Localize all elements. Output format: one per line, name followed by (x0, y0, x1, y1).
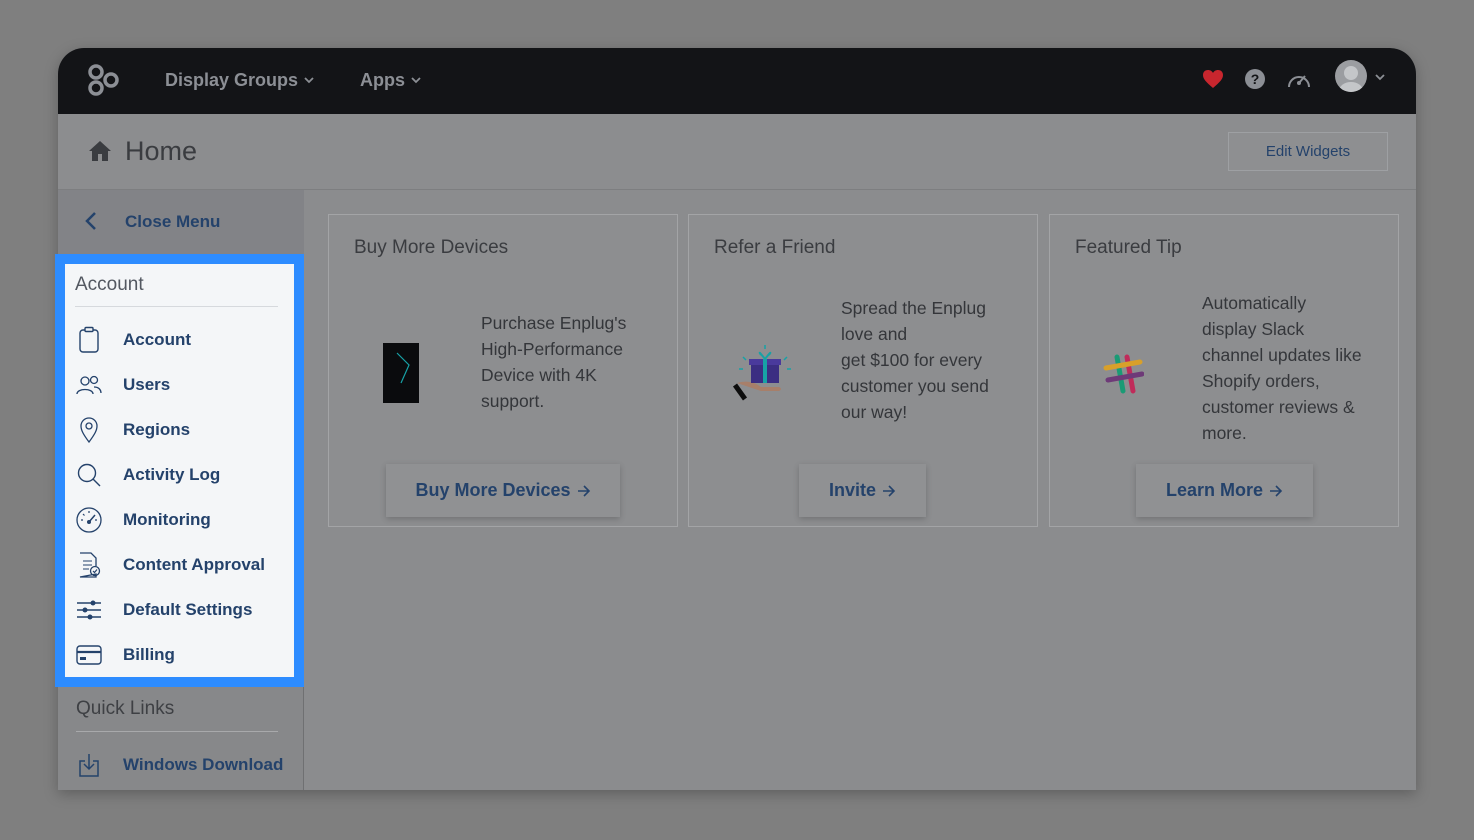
chevron-left-icon (85, 212, 96, 230)
search-icon (75, 461, 103, 489)
download-icon (76, 752, 102, 778)
heart-icon[interactable] (1200, 66, 1226, 92)
button-label: Buy More Devices (415, 480, 571, 500)
chevron-down-icon (411, 77, 421, 84)
page-title: Home (125, 136, 198, 166)
sidebar-item-label: Monitoring (123, 510, 211, 529)
sidebar-item-label: Windows Download (123, 755, 284, 774)
sidebar-item-users[interactable]: Users (75, 368, 285, 402)
sidebar-item-default-settings[interactable]: Default Settings (75, 593, 285, 627)
sidebar-item-windows-download[interactable]: Windows Download (76, 748, 283, 782)
buy-more-devices-button[interactable]: Buy More Devices (386, 464, 620, 517)
sidebar-item-label: Account (123, 330, 191, 349)
quick-links-heading: Quick Links (76, 698, 175, 719)
divider (75, 306, 278, 307)
card-title: Featured Tip (1075, 237, 1182, 258)
widget-featured-tip: Featured Tip Automatically display Slack… (1049, 214, 1399, 527)
chevron-down-icon (304, 77, 314, 84)
enplug-logo-icon[interactable] (86, 63, 120, 97)
gift-icon (732, 345, 791, 401)
user-avatar[interactable] (1335, 60, 1367, 92)
button-label: Invite (828, 480, 876, 500)
account-menu-highlight: Account Account Users Regions Activity L… (55, 254, 304, 687)
display-device-icon (383, 343, 419, 403)
widget-refer-a-friend: Refer a Friend Spread the Enplug love an… (688, 214, 1038, 527)
chevron-down-icon[interactable] (1375, 72, 1385, 82)
divider (76, 731, 278, 732)
sidebar-item-account[interactable]: Account (75, 323, 285, 357)
card-title: Buy More Devices (354, 237, 509, 258)
clipboard-icon (75, 326, 103, 354)
map-pin-icon (75, 416, 103, 444)
card-description: Purchase Enplug's High-Performance Devic… (481, 313, 627, 411)
nav-display-groups[interactable]: Display Groups (165, 68, 314, 92)
card-description: Spread the Enplug love and get $100 for … (841, 298, 989, 422)
credit-card-icon (75, 641, 103, 669)
sidebar-item-billing[interactable]: Billing (75, 638, 285, 672)
invite-button[interactable]: Invite (799, 464, 926, 517)
sliders-icon (75, 596, 103, 624)
sidebar-item-label: Billing (123, 645, 175, 664)
dashboard-gauge-icon[interactable] (1286, 66, 1312, 92)
nav-apps-label: Apps (360, 69, 405, 90)
arrow-right-icon (577, 484, 590, 497)
nav-display-groups-label: Display Groups (165, 69, 299, 90)
card-title: Refer a Friend (714, 237, 836, 258)
users-icon (75, 371, 103, 399)
svg-text:?: ? (1251, 71, 1260, 87)
account-heading: Account (75, 274, 144, 295)
sidebar-item-content-approval[interactable]: Content Approval (75, 548, 285, 582)
nav-apps[interactable]: Apps (360, 68, 421, 92)
arrow-right-icon (883, 484, 896, 497)
page-header: Home Edit Widgets (58, 114, 1416, 190)
sidebar-item-label: Users (123, 375, 171, 394)
card-description: Automatically display Slack channel upda… (1202, 293, 1362, 443)
account-menu-panel: Account Account Users Regions Activity L… (65, 264, 294, 677)
gauge-icon (75, 506, 103, 534)
sidebar-item-label: Activity Log (123, 465, 221, 484)
home-icon (89, 141, 111, 161)
sidebar-item-activity-log[interactable]: Activity Log (75, 458, 285, 492)
close-menu-button[interactable]: Close Menu (58, 190, 304, 256)
button-label: Learn More (1165, 480, 1264, 500)
document-check-icon (75, 551, 103, 579)
sidebar-item-label: Default Settings (123, 600, 253, 619)
close-menu-label: Close Menu (125, 212, 221, 231)
sidebar-item-label: Regions (123, 420, 191, 439)
sidebar-item-label: Content Approval (123, 555, 265, 574)
arrow-right-icon (1270, 484, 1283, 497)
learn-more-button[interactable]: Learn More (1136, 464, 1313, 517)
edit-widgets-button[interactable]: Edit Widgets (1228, 132, 1388, 171)
widget-buy-more-devices: Buy More Devices Purchase Enplug's High-… (328, 214, 678, 527)
slack-logo-icon (1103, 354, 1144, 394)
top-navigation-bar: Display Groups Apps ? (58, 48, 1416, 114)
sidebar-item-monitoring[interactable]: Monitoring (75, 503, 285, 537)
sidebar-item-regions[interactable]: Regions (75, 413, 285, 447)
help-icon[interactable]: ? (1242, 66, 1268, 92)
